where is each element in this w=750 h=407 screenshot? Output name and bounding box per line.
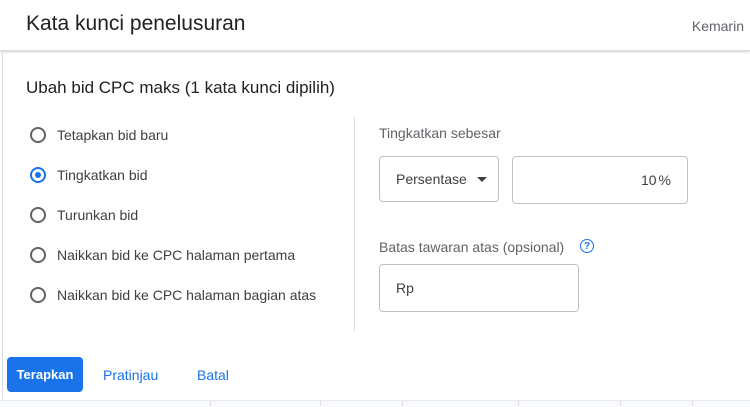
radio-decrease-bid[interactable]: Turunkan bid [30, 205, 138, 225]
adjustment-type-select[interactable]: Persentase [379, 156, 499, 202]
select-value: Persentase [396, 171, 467, 187]
currency-prefix: Rp [396, 280, 414, 296]
top-bar: Kata kunci penelusuran Kemarin [0, 0, 750, 51]
edit-bid-panel [2, 53, 750, 399]
percentage-value: 10 [640, 172, 657, 188]
increase-by-label: Tingkatkan sebesar [379, 125, 501, 141]
radio-label: Naikkan bid ke CPC halaman bagian atas [57, 287, 317, 303]
cancel-button[interactable]: Batal [197, 367, 229, 383]
radio-increase-bid[interactable]: Tingkatkan bid [30, 165, 148, 185]
column-divider [518, 400, 519, 406]
percent-unit: % [658, 172, 671, 188]
radio-label: Tetapkan bid baru [57, 127, 169, 143]
dropdown-caret-icon [476, 176, 487, 182]
help-icon[interactable]: ? [580, 239, 594, 253]
radio-button[interactable] [30, 247, 46, 263]
max-bid-label: Batas tawaran atas (opsional) [379, 239, 565, 255]
radio-label: Naikkan bid ke CPC halaman pertama [57, 247, 296, 263]
date-range-label[interactable]: Kemarin [692, 18, 744, 34]
percentage-input[interactable]: 10 % [512, 156, 688, 204]
vertical-divider [354, 117, 355, 331]
radio-raise-top-of-page[interactable]: Naikkan bid ke CPC halaman bagian atas [30, 285, 316, 305]
page-title: Kata kunci penelusuran [26, 12, 246, 35]
column-divider [210, 400, 211, 406]
radio-button[interactable] [30, 287, 46, 303]
column-divider [402, 400, 403, 406]
radio-label: Tingkatkan bid [57, 167, 148, 183]
radio-label: Turunkan bid [57, 207, 139, 223]
apply-button[interactable]: Terapkan [7, 357, 83, 392]
column-divider [320, 400, 321, 406]
column-divider [620, 400, 621, 406]
radio-raise-first-page[interactable]: Naikkan bid ke CPC halaman pertama [30, 245, 295, 265]
panel-title: Ubah bid CPC maks (1 kata kunci dipilih) [26, 78, 335, 97]
radio-set-new-bid[interactable]: Tetapkan bid baru [30, 125, 168, 145]
radio-button[interactable] [30, 127, 46, 143]
radio-button[interactable] [30, 207, 46, 223]
max-bid-input[interactable]: Rp [379, 264, 579, 312]
column-divider [692, 400, 693, 406]
radio-button-checked[interactable] [30, 167, 46, 183]
preview-button[interactable]: Pratinjau [103, 367, 158, 383]
